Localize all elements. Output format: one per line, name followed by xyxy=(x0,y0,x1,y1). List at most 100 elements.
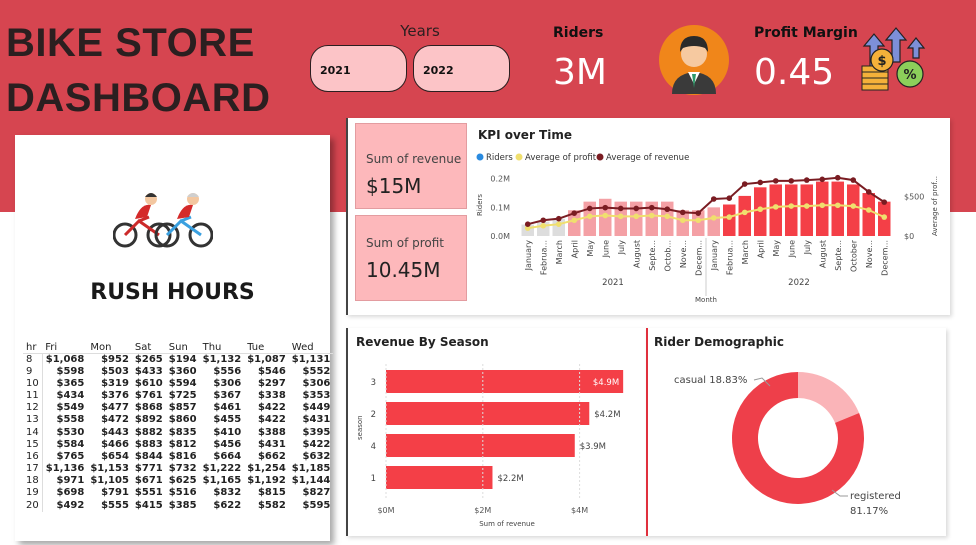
revenue-cell: $765 xyxy=(56,450,85,462)
season-data-label: $4.2M xyxy=(594,410,620,420)
season-x-tick: $4M xyxy=(571,506,588,515)
hour-cell: 15 xyxy=(23,438,43,451)
profit-card-value: 10.45M xyxy=(366,258,441,282)
bar-riders-14 xyxy=(738,195,751,236)
season-data-label: $2.2M xyxy=(497,474,523,484)
revenue-cell: $194 xyxy=(168,353,197,365)
x-axis-label: Month xyxy=(695,296,717,304)
x-tick-label: Decem... xyxy=(694,240,703,276)
revenue-point-19 xyxy=(819,176,826,183)
profit-card: Sum of profit 10.45M xyxy=(355,215,467,301)
x-tick-label: March xyxy=(555,240,564,264)
casual-label: casual 18.83% xyxy=(674,375,747,386)
revenue-cell: $558 xyxy=(56,414,85,426)
season-chart-title: Revenue By Season xyxy=(356,335,489,349)
column-header-tue[interactable]: Tue xyxy=(244,335,289,354)
kpi-chart-title: KPI over Time xyxy=(478,128,572,142)
bar-riders-19 xyxy=(816,181,829,236)
profit-point-20 xyxy=(834,202,841,209)
revenue-cell: $671 xyxy=(134,475,163,487)
revenue-cell: $516 xyxy=(168,487,197,499)
column-header-hr[interactable]: hr xyxy=(23,335,43,354)
profit-point-1 xyxy=(540,222,547,229)
revenue-cell: $367 xyxy=(213,389,242,401)
column-header-sat[interactable]: Sat xyxy=(131,335,166,354)
season-x-axis-label: Sum of revenue xyxy=(479,520,535,528)
revenue-cell: $815 xyxy=(257,487,286,499)
year-2022-button[interactable]: 2022 xyxy=(413,45,510,92)
column-header-sun[interactable]: Sun xyxy=(165,335,200,354)
revenue-cell: $551 xyxy=(134,487,163,499)
profit-point-21 xyxy=(850,203,857,209)
legend-marker-0 xyxy=(476,153,484,161)
year-group-label: 2022 xyxy=(788,278,810,288)
revenue-cell: $725 xyxy=(168,389,197,401)
revenue-cell: $816 xyxy=(168,450,197,462)
season-x-tick: $2M xyxy=(474,506,491,515)
demographic-chart-title: Rider Demographic xyxy=(654,335,784,349)
hour-cell: 8 xyxy=(23,353,43,366)
revenue-point-4 xyxy=(586,205,593,212)
revenue-point-18 xyxy=(803,177,810,183)
table-row: 18 $971 $1,105 $671 $625 $1,165 $1,192 $1,144 xyxy=(23,475,333,488)
revenue-cell: $625 xyxy=(168,475,197,487)
column-header-wed[interactable]: Wed xyxy=(288,335,334,354)
revenue-card-value: $15M xyxy=(366,174,422,198)
revenue-by-season-chart: Revenue By Season 3 $4.9M 2 $4.2M 4 $3.9M 1 $2.2… xyxy=(356,335,624,528)
revenue-point-6 xyxy=(617,205,624,212)
y2-axis-label: Average of prof... xyxy=(931,176,939,236)
y-axis-label: Riders xyxy=(476,194,484,216)
profit-point-16 xyxy=(772,204,779,210)
season-category-label: 4 xyxy=(371,442,376,452)
profit-point-5 xyxy=(602,212,609,219)
hour-cell: 9 xyxy=(23,365,43,378)
y-tick-label: 0.1M xyxy=(490,203,510,212)
profit-point-15 xyxy=(757,206,764,213)
legend-label-2: Average of revenue xyxy=(606,153,689,163)
legend-marker-2 xyxy=(596,153,604,161)
hour-cell: 10 xyxy=(23,377,43,390)
revenue-cell: $791 xyxy=(101,487,129,499)
profit-point-4 xyxy=(586,213,593,220)
revenue-cell: $857 xyxy=(168,402,197,414)
revenue-point-7 xyxy=(633,205,640,212)
hour-cell: 14 xyxy=(23,426,43,439)
table-row: 11 $434 $376 $761 $725 $367 $338 $353 xyxy=(23,389,333,403)
x-tick-label: Februa... xyxy=(539,240,548,275)
revenue-point-14 xyxy=(741,181,748,187)
revenue-point-9 xyxy=(664,206,671,213)
profit-point-11 xyxy=(695,217,702,224)
revenue-point-22 xyxy=(865,189,872,195)
y2-tick-label: $500 xyxy=(904,193,924,202)
year-2021-button[interactable]: 2021 xyxy=(310,45,407,92)
column-header-thu[interactable]: Thu xyxy=(199,335,245,354)
revenue-cell: $319 xyxy=(101,377,129,389)
table-row: 19 $698 $791 $551 $516 $832 $815 $827 xyxy=(23,487,333,500)
column-header-fri[interactable]: Fri xyxy=(42,335,88,354)
x-tick-label: Septe... xyxy=(648,240,657,271)
bikers-illustration xyxy=(113,193,213,248)
revenue-point-23 xyxy=(881,199,888,205)
profit-point-10 xyxy=(679,217,686,224)
column-header-mon[interactable]: Mon xyxy=(87,335,132,354)
rush-hours-title: RUSH HOURS xyxy=(90,280,255,305)
bar-riders-16 xyxy=(769,184,782,236)
revenue-cell: $771 xyxy=(134,463,163,475)
revenue-point-13 xyxy=(726,195,733,201)
hour-cell: 11 xyxy=(23,389,43,403)
revenue-point-10 xyxy=(679,209,686,216)
revenue-cell: $654 xyxy=(101,450,129,462)
x-tick-label: July xyxy=(803,240,812,256)
x-tick-label: Nove... xyxy=(679,240,688,268)
riders-value: 3M xyxy=(553,52,607,93)
revenue-cell: $732 xyxy=(168,463,197,475)
rush-hours-table: hr Fri Mon Sat Sun Thu Tue Wed 8 $1,068 $9… xyxy=(23,335,334,512)
table-row: 16 $765 $654 $844 $816 $664 $662 $632 xyxy=(23,450,333,463)
bar-riders-21 xyxy=(847,184,860,236)
profit-line xyxy=(527,204,885,230)
bar-riders-13 xyxy=(723,204,736,236)
revenue-cell: $297 xyxy=(257,377,286,389)
revenue-point-15 xyxy=(757,179,764,186)
revenue-cell: $431 xyxy=(257,438,286,450)
revenue-cell: $466 xyxy=(101,438,129,450)
